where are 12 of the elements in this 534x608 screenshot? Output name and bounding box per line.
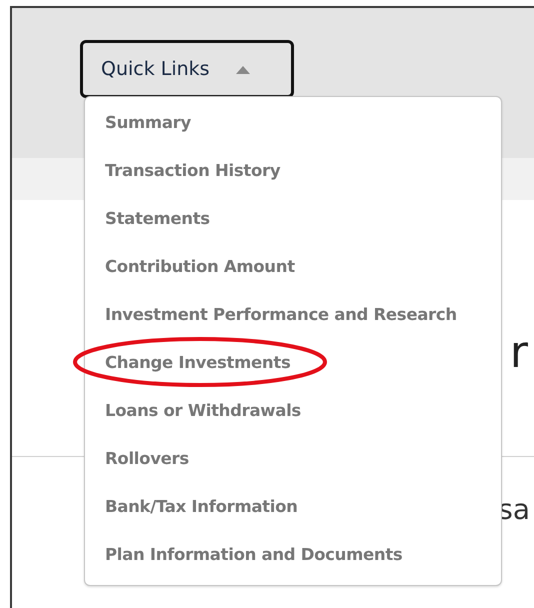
menu-item[interactable]: Statements: [85, 195, 501, 243]
menu-item[interactable]: Rollovers: [85, 435, 501, 483]
menu-item[interactable]: Summary: [85, 99, 501, 147]
menu-item[interactable]: Loans or Withdrawals: [85, 387, 501, 435]
menu-item[interactable]: Plan Information and Documents: [85, 531, 501, 579]
menu-item[interactable]: Investment Performance and Research: [85, 291, 501, 339]
menu-item[interactable]: Transaction History: [85, 147, 501, 195]
menu-item[interactable]: Contribution Amount: [85, 243, 501, 291]
menu-item[interactable]: Change Investments: [85, 339, 501, 387]
quick-links-dropdown[interactable]: Quick Links: [80, 40, 294, 98]
page-heading: r: [510, 328, 528, 380]
menu-item[interactable]: Bank/Tax Information: [85, 483, 501, 531]
